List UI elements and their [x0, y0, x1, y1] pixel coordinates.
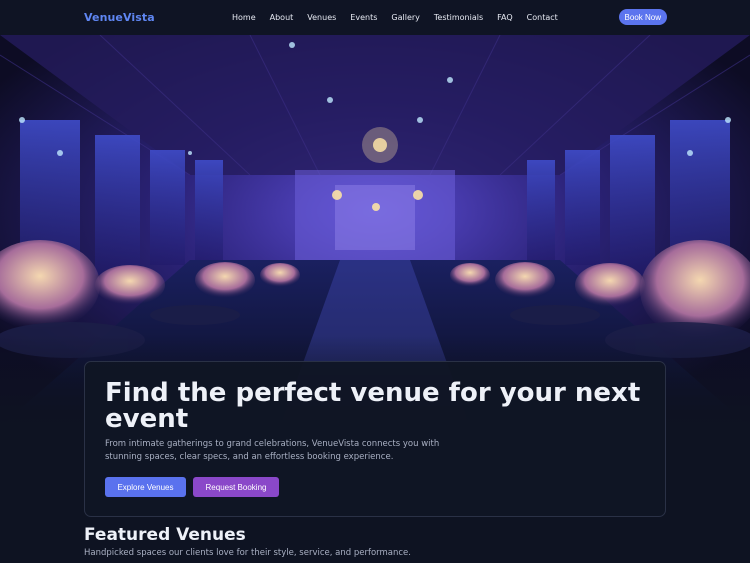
hero-title: Find the perfect venue for your next eve… [105, 378, 641, 434]
nav-about[interactable]: About [270, 13, 294, 22]
book-now-button[interactable]: Book Now [618, 9, 667, 25]
featured-venues-subtitle: Handpicked spaces our clients love for t… [84, 548, 411, 558]
nav-home[interactable]: Home [232, 13, 256, 22]
request-booking-button[interactable]: Request Booking [193, 477, 279, 497]
brand-logo[interactable]: VenueVista [84, 11, 155, 24]
top-navbar: VenueVista Home About Venues Events Gall… [0, 0, 750, 35]
nav-events[interactable]: Events [350, 13, 377, 22]
nav-testimonials[interactable]: Testimonials [434, 13, 483, 22]
nav-venues[interactable]: Venues [307, 13, 336, 22]
explore-venues-button[interactable]: Explore Venues [105, 477, 186, 497]
hero-description: From intimate gatherings to grand celebr… [105, 439, 440, 462]
featured-venues-heading: Featured Venues [84, 525, 246, 545]
nav-faq[interactable]: FAQ [497, 13, 513, 22]
hero-card: Find the perfect venue for your next eve… [84, 361, 666, 517]
nav-contact[interactable]: Contact [527, 13, 558, 22]
nav-gallery[interactable]: Gallery [391, 13, 420, 22]
main-menu: Home About Venues Events Gallery Testimo… [232, 0, 558, 35]
